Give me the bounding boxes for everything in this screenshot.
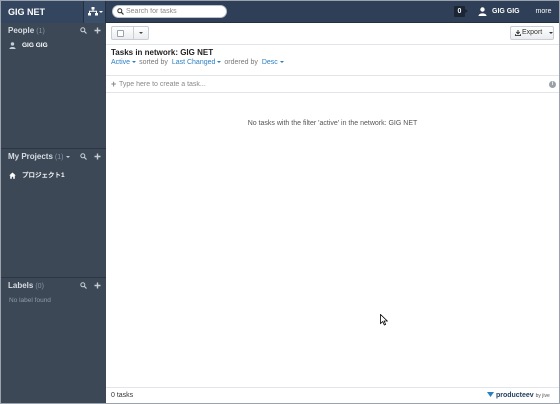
search-input[interactable] <box>126 6 224 17</box>
export-label: Export <box>522 29 543 36</box>
plus-icon <box>94 282 100 289</box>
sidebar-item-label: GIG GIG <box>22 42 48 49</box>
new-task-row: + i <box>106 75 559 93</box>
sidebar-item-person[interactable]: GIG GIG <box>1 39 106 52</box>
brand-name: producteev <box>495 392 534 399</box>
producteev-logo[interactable]: producteev by jive <box>487 391 550 399</box>
sidebar-item-project[interactable]: プロジェクト1 <box>1 169 106 182</box>
chevron-down-icon[interactable] <box>217 60 222 63</box>
network-switcher-button[interactable] <box>83 1 106 23</box>
plus-icon: + <box>111 79 117 89</box>
task-count: 0 tasks <box>111 392 134 399</box>
empty-state-message: No tasks with the filter 'active' in the… <box>247 120 418 127</box>
network-icon <box>88 7 98 16</box>
footer: 0 tasks producteev by jive <box>106 387 559 403</box>
mouse-cursor-icon <box>380 314 388 326</box>
search-icon <box>79 153 87 160</box>
search-icon <box>79 282 87 289</box>
search-labels-button[interactable] <box>77 278 89 294</box>
top-bar: GIG NET 0 GIG GIG more <box>1 1 559 23</box>
projects-header: My Projects (1) <box>1 149 106 165</box>
page-title: Tasks in network: GIG NET <box>111 48 214 57</box>
order-filter[interactable]: Desc <box>262 59 278 66</box>
download-icon <box>515 30 521 36</box>
projects-title: My Projects <box>8 152 53 161</box>
labels-empty-text: No label found <box>9 297 51 304</box>
export-button[interactable]: Export <box>510 26 554 40</box>
user-icon <box>478 7 487 16</box>
chevron-down-icon[interactable] <box>132 60 137 63</box>
more-menu[interactable]: more <box>528 1 559 23</box>
ordered-by-text: ordered by <box>224 59 258 66</box>
user-name: GIG GIG <box>492 8 520 15</box>
main-panel: Export Tasks in network: GIG NET Active s… <box>106 23 559 403</box>
sort-field-filter[interactable]: Last Changed <box>172 59 216 66</box>
people-title: People <box>8 26 35 35</box>
notification-badge[interactable]: 0 <box>454 6 468 17</box>
search-projects-button[interactable] <box>77 149 89 165</box>
user-menu[interactable]: GIG GIG <box>473 1 520 23</box>
home-icon <box>9 172 16 179</box>
sidebar: People (1) GIG GIG My Projects (1) プロジェク… <box>1 23 106 403</box>
add-label-button[interactable] <box>91 278 103 294</box>
chevron-down-icon[interactable] <box>139 32 143 34</box>
add-project-button[interactable] <box>91 149 103 165</box>
labels-count: (0) <box>35 283 44 290</box>
chevron-down-icon[interactable] <box>279 60 284 63</box>
search-icon <box>79 27 87 34</box>
plus-icon <box>94 153 100 160</box>
chevron-down-icon[interactable] <box>66 155 71 158</box>
select-all-button[interactable] <box>111 26 149 40</box>
logo-mark-icon <box>487 392 494 397</box>
projects-count: (1) <box>54 154 64 161</box>
labels-header: Labels (0) <box>1 278 106 294</box>
labels-title: Labels <box>8 281 34 290</box>
brand-by: by jive <box>535 393 550 399</box>
labels-section: Labels (0) No label found <box>1 278 106 308</box>
info-icon[interactable]: i <box>549 81 556 88</box>
filter-bar: Active sorted by Last Changed ordered by D… <box>111 59 287 66</box>
chevron-down-icon <box>99 11 103 13</box>
network-name[interactable]: GIG NET <box>1 1 83 23</box>
people-header: People (1) <box>1 23 106 39</box>
search-people-button[interactable] <box>77 23 89 39</box>
divider <box>133 27 134 39</box>
status-filter[interactable]: Active <box>111 59 130 66</box>
sidebar-item-label: プロジェクト1 <box>22 172 65 179</box>
new-task-input[interactable] <box>119 79 519 90</box>
task-toolbar: Export <box>106 23 559 45</box>
sorted-by-text: sorted by <box>139 59 168 66</box>
app-window: GIG NET 0 GIG GIG more <box>0 0 560 404</box>
select-all-checkbox[interactable] <box>117 30 124 37</box>
people-count: (1) <box>36 28 45 35</box>
plus-icon <box>94 27 100 34</box>
user-icon <box>9 42 16 49</box>
search-box <box>112 5 227 18</box>
projects-section: My Projects (1) プロジェクト1 <box>1 149 106 182</box>
search-icon <box>117 8 124 15</box>
add-person-button[interactable] <box>91 23 103 39</box>
people-section: People (1) GIG GIG <box>1 23 106 52</box>
chevron-down-icon <box>549 32 553 34</box>
